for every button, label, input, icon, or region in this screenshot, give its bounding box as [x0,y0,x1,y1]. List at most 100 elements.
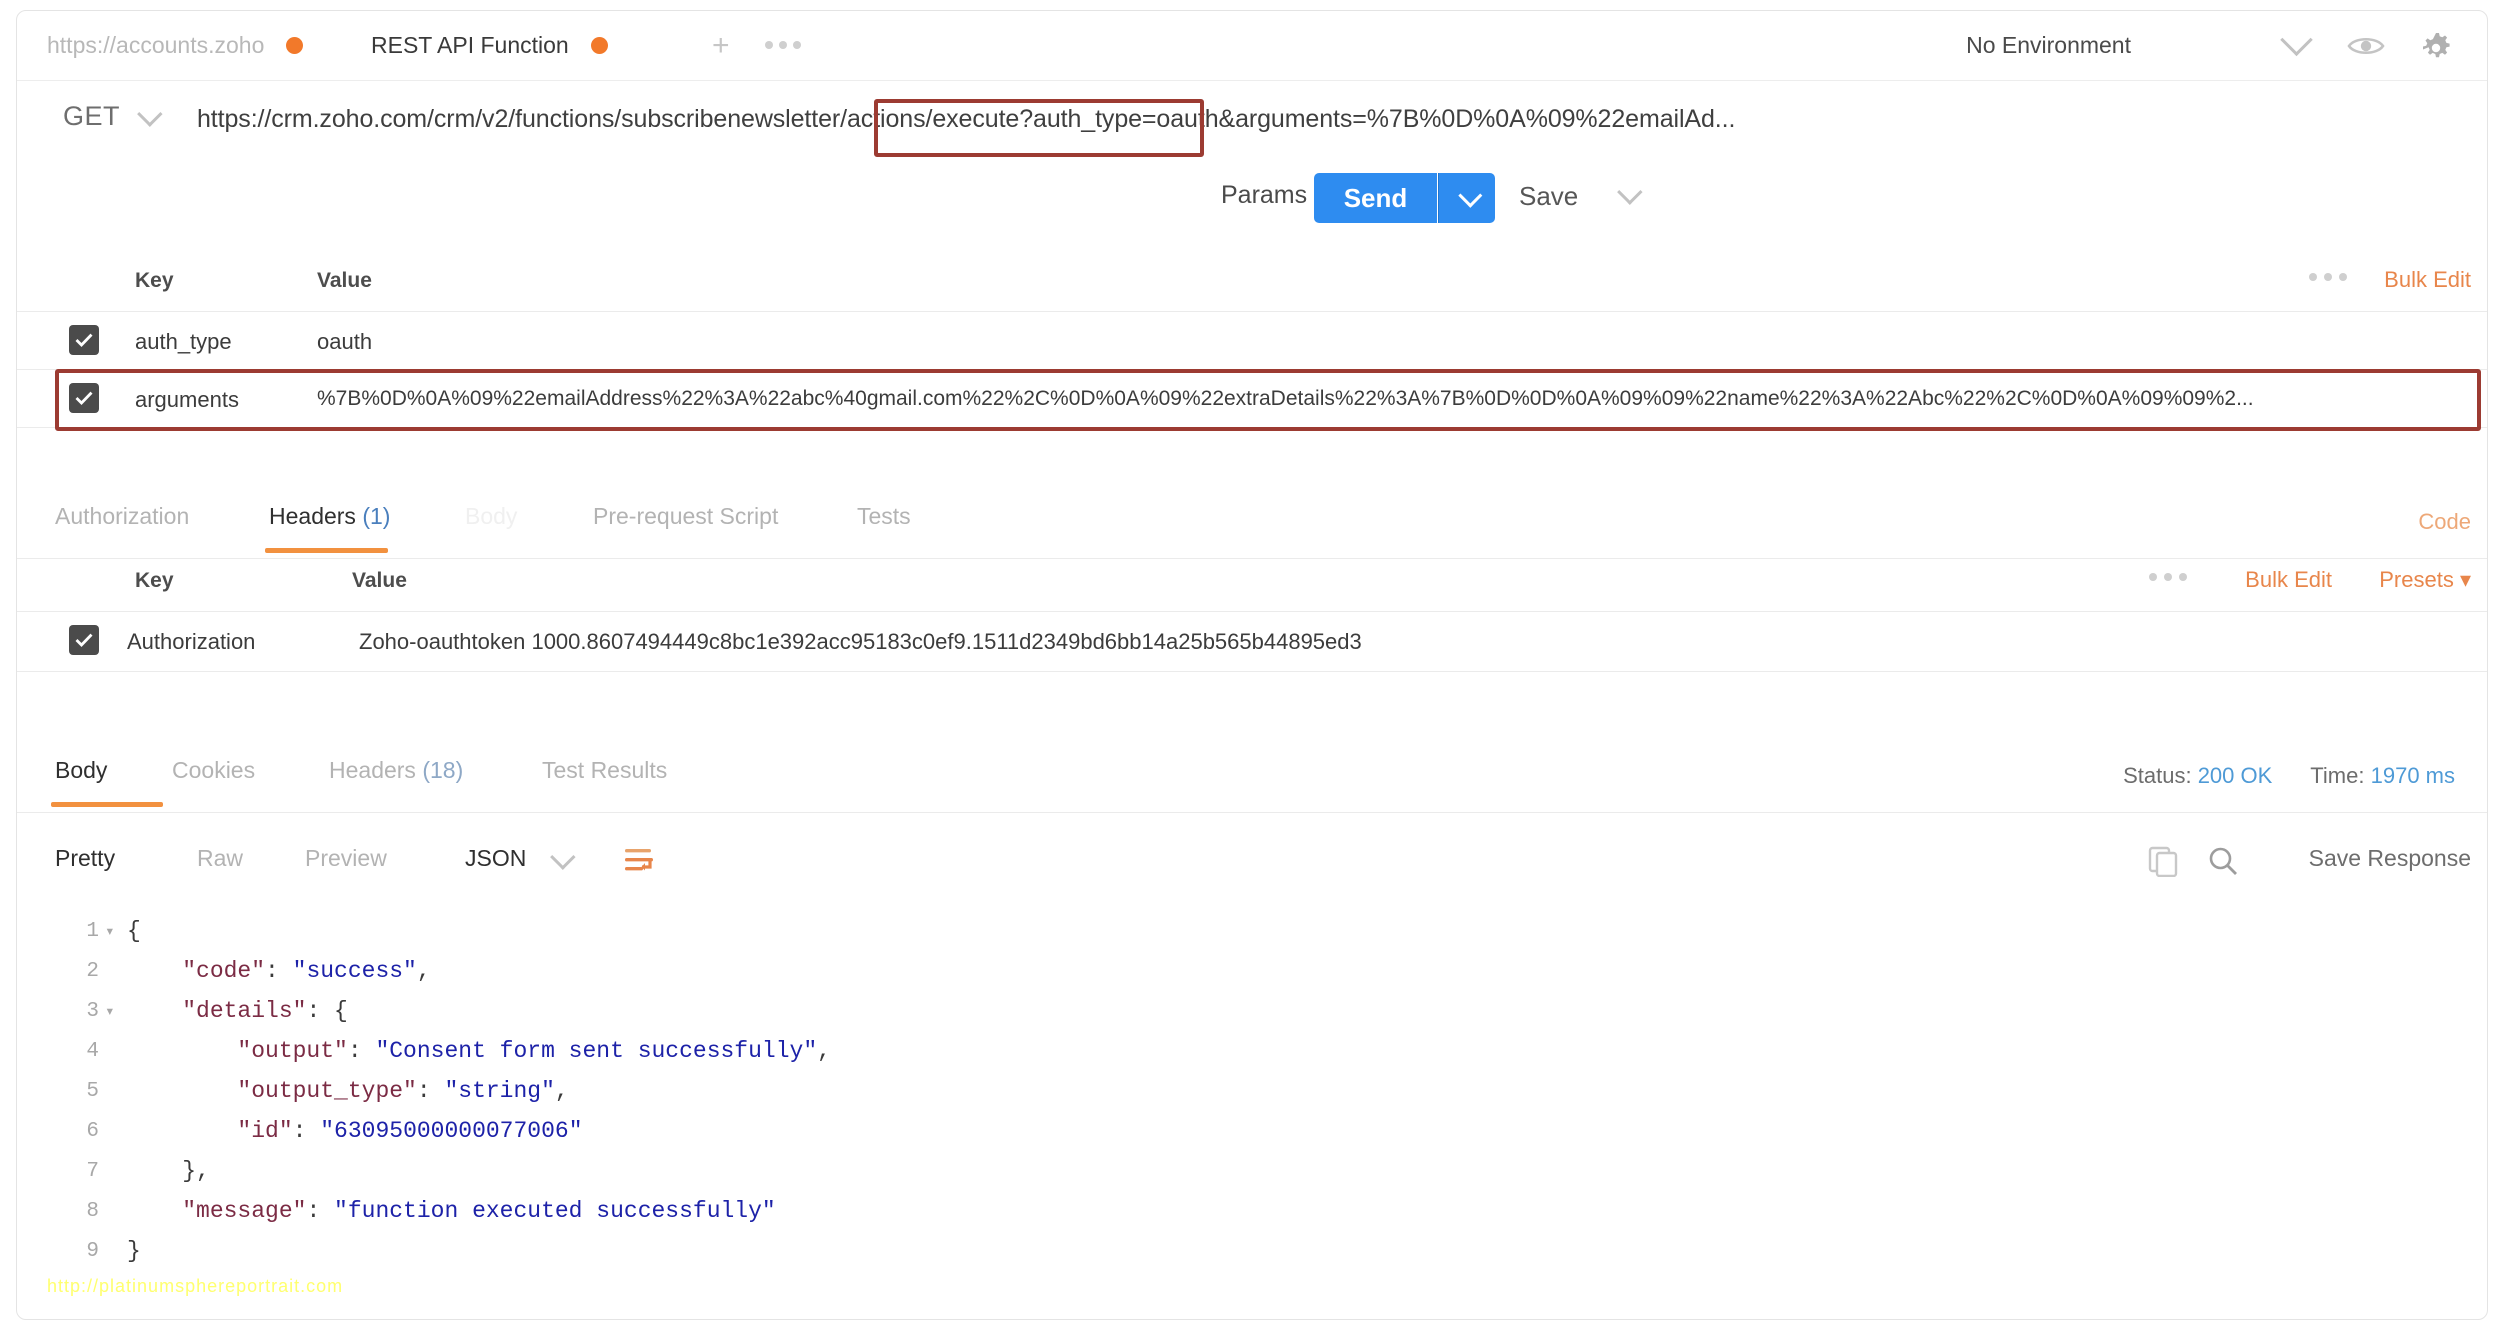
headers-more-options-icon[interactable] [2149,573,2187,581]
response-tab-cookies[interactable]: Cookies [172,757,255,784]
save-button[interactable]: Save [1519,181,1578,212]
response-tab-headers-label: Headers [329,757,416,783]
code-link[interactable]: Code [2418,509,2471,535]
params-value-column-header: Value [317,269,372,292]
gear-icon[interactable] [2401,21,2471,71]
request-tab-accounts-zoho[interactable]: https://accounts.zoho [23,11,327,80]
headers-row-value[interactable]: Zoho-oauthtoken 1000.8607494449c8bc1e392… [359,629,1362,655]
tab-overflow-menu-icon[interactable] [765,41,801,49]
caret-down-icon: ▾ [2459,567,2471,592]
code-line-number: 1 [86,919,99,943]
code-line-text: "output_type": "string", [127,1078,569,1104]
response-tab-headers-count: (18) [422,757,464,783]
headers-key-column-header: Key [135,569,174,592]
unsaved-dot-icon [590,37,608,54]
active-tab-underline [265,548,388,553]
response-body-code[interactable]: 1 ▾{2 "code": "success", 3 ▾ "details": {4 … [17,911,2487,1271]
language-chevron-down-icon[interactable] [550,844,576,874]
params-key-column-header: Key [135,269,174,292]
save-response-button[interactable]: Save Response [2309,845,2471,872]
tab-tests[interactable]: Tests [857,503,911,530]
code-line: 8 "message": "function executed successf… [17,1191,2487,1231]
code-line: 2 "code": "success", [17,951,2487,991]
status-value: 200 OK [2197,763,2273,788]
tab-headers-count: (1) [362,503,391,529]
code-line: 5 "output_type": "string", [17,1071,2487,1111]
code-line-text: } [127,1238,141,1264]
send-button[interactable]: Send [1314,173,1437,223]
new-tab-button[interactable]: + [712,31,730,61]
watermark-text: http://platinumsphereportrait.com [47,1276,344,1296]
response-tab-test-results[interactable]: Test Results [542,757,667,784]
tab-headers-label: Headers [269,503,356,529]
headers-row-key[interactable]: Authorization [127,629,255,655]
http-method-label: GET [63,101,121,131]
app-frame: https://accounts.zoho REST API Function … [16,10,2488,1320]
request-section-tabs: Authorization Headers (1) Body Pre-reque… [17,497,2487,559]
code-line-text: { [127,918,141,944]
code-line-number: 2 [86,959,99,983]
active-response-tab-underline [51,802,163,807]
response-tab-body[interactable]: Body [55,757,107,784]
params-button[interactable]: Params [1221,181,1307,210]
request-tab-rest-api-function[interactable]: REST API Function [347,11,632,80]
params-more-options-icon[interactable] [2309,273,2347,281]
format-raw[interactable]: Raw [197,845,243,872]
request-tab-label: REST API Function [371,32,569,58]
http-method-selector[interactable]: GET [63,100,163,132]
language-selector[interactable]: JSON [465,845,526,872]
code-line-text: "details": { [127,998,348,1024]
format-pretty[interactable]: Pretty [55,845,115,872]
response-status-bar: Status: 200 OK Time: 1970 ms [2123,763,2455,789]
arguments-row-highlight-box [55,369,2481,431]
method-chevron-down-icon [137,100,163,127]
code-line: 6 "id": "63095000000077006" [17,1111,2487,1151]
tab-authorization[interactable]: Authorization [55,503,189,530]
format-preview[interactable]: Preview [305,845,387,872]
code-line-number: 8 [86,1199,99,1223]
params-row-value[interactable]: oauth [317,329,372,355]
code-fold-toggle-icon[interactable]: ▾ [105,1001,127,1021]
environment-chevron-down-icon[interactable] [2261,21,2331,71]
eye-icon[interactable] [2331,21,2401,71]
request-tab-label: https://accounts.zoho [47,32,265,58]
code-line-number: 6 [86,1119,99,1143]
time-group: Time: 1970 ms [2310,763,2455,789]
code-line-text: }, [127,1158,210,1184]
code-line: 3 ▾ "details": { [17,991,2487,1031]
response-tab-headers[interactable]: Headers (18) [329,757,463,784]
time-label: Time: [2310,763,2365,788]
wrap-lines-icon[interactable] [623,847,655,880]
send-options-button[interactable] [1438,173,1495,223]
code-fold-toggle-icon[interactable]: ▾ [105,921,127,941]
code-line: 4 "output": "Consent form sent successfu… [17,1031,2487,1071]
table-row[interactable]: auth_type oauth [17,311,2487,369]
time-value: 1970 ms [2370,763,2455,788]
response-section-tabs: Body Cookies Headers (18) Test Results S… [17,751,2487,813]
code-line-text: "message": "function executed successful… [127,1198,776,1224]
headers-row-checkbox[interactable] [69,625,99,655]
headers-bulk-edit-button[interactable]: Bulk Edit [2245,567,2332,593]
save-options-chevron-down-icon[interactable] [1617,179,1643,209]
code-line-text: "id": "63095000000077006" [127,1118,583,1144]
tab-body[interactable]: Body [465,503,517,530]
code-line-number: 7 [86,1159,99,1183]
search-icon[interactable] [2207,845,2239,882]
environment-selector-label[interactable]: No Environment [1966,32,2261,59]
headers-presets-button[interactable]: Presets ▾ [2379,567,2471,593]
tab-pre-request-script[interactable]: Pre-request Script [593,503,778,530]
params-bulk-edit-button[interactable]: Bulk Edit [2384,267,2471,293]
code-line: 7 }, [17,1151,2487,1191]
environment-controls: No Environment [1966,11,2471,80]
params-row-key[interactable]: auth_type [135,329,232,355]
table-row[interactable]: Authorization Zoho-oauthtoken 1000.86074… [17,611,2487,671]
headers-presets-label: Presets [2379,567,2454,592]
status-group: Status: 200 OK [2123,763,2272,789]
code-line-number: 5 [86,1079,99,1103]
unsaved-dot-icon [286,37,304,54]
copy-icon[interactable] [2147,845,2179,882]
params-row-checkbox[interactable] [69,325,99,355]
code-line-number: 9 [86,1239,99,1263]
tab-headers[interactable]: Headers (1) [269,503,390,530]
status-label: Status: [2123,763,2192,788]
